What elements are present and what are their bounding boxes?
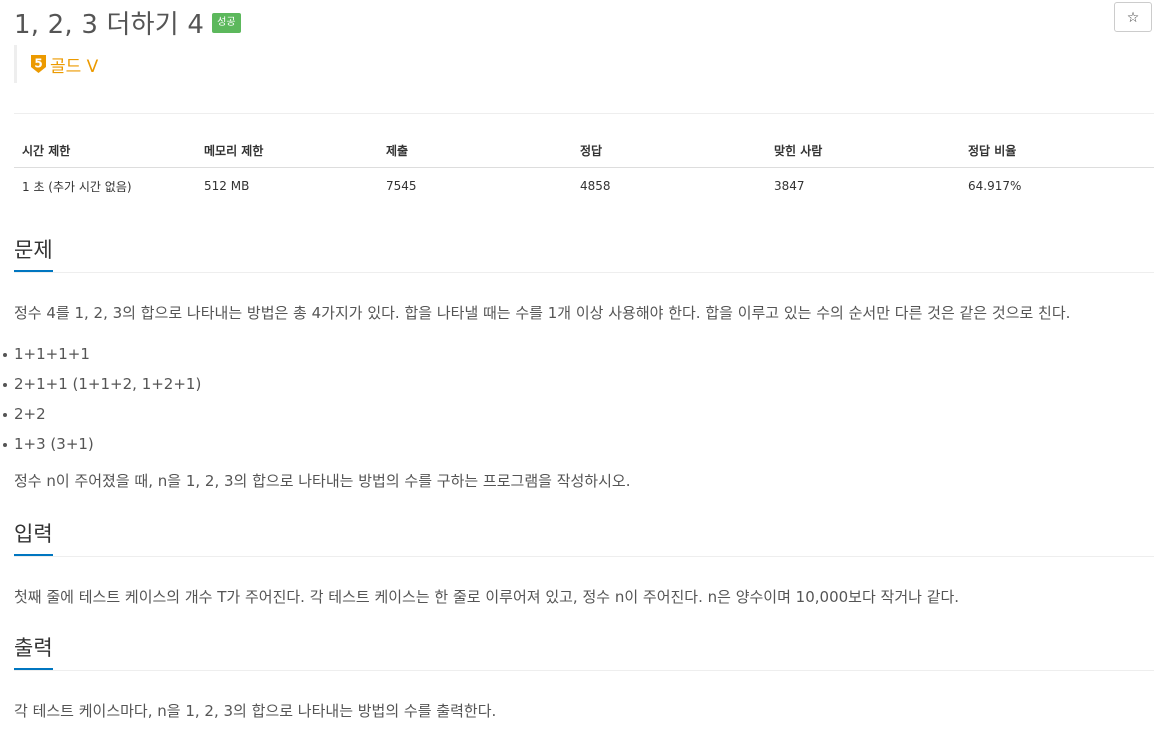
output-heading: 출력 bbox=[14, 634, 53, 670]
section-header: 입력 bbox=[14, 520, 1154, 557]
output-description: 각 테스트 케이스마다, n을 1, 2, 3의 합으로 나타내는 방법의 수를… bbox=[14, 702, 497, 720]
accepted-value: 4858 bbox=[580, 179, 611, 193]
output-section: 출력 각 테스트 케이스마다, n을 1, 2, 3의 합으로 나타내는 방법의… bbox=[14, 634, 1154, 723]
gold-tier-icon: 5 bbox=[30, 54, 47, 74]
header-solved-users: 맞힌 사람 bbox=[766, 134, 960, 168]
tier-number: 5 bbox=[34, 57, 42, 71]
header-time-limit: 시간 제한 bbox=[14, 134, 196, 168]
memory-limit-value: 512 MB bbox=[204, 179, 250, 193]
problem-title: 1, 2, 3 더하기 4 bbox=[14, 9, 205, 40]
problem-description: 정수 4를 1, 2, 3의 합으로 나타내는 방법은 총 4가지가 있다. 합… bbox=[14, 304, 1071, 322]
header-accept-ratio: 정답 비율 bbox=[960, 134, 1154, 168]
tier-label[interactable]: 골드 V bbox=[50, 52, 98, 77]
problem-section: 문제 정수 4를 1, 2, 3의 합으로 나타내는 방법은 총 4가지가 있다… bbox=[3, 236, 1154, 493]
list-item: 2+2 bbox=[3, 399, 1154, 429]
solved-users-value[interactable]: 3847 bbox=[766, 168, 960, 205]
problem-info-table: 시간 제한 메모리 제한 제출 정답 맞힌 사람 정답 비율 1 초 (추가 시… bbox=[14, 134, 1154, 204]
title-row: 1, 2, 3 더하기 4 성공 bbox=[14, 4, 241, 40]
section-header: 문제 bbox=[14, 236, 1154, 273]
example-list: 1+1+1+1 2+1+1 (1+1+2, 1+2+1) 2+2 1+3 (3+… bbox=[3, 339, 1154, 459]
input-description: 첫째 줄에 테스트 케이스의 개수 T가 주어진다. 각 테스트 케이스는 한 … bbox=[14, 588, 960, 606]
submissions-value[interactable]: 7545 bbox=[378, 168, 572, 205]
time-limit-value: 1 초 (추가 시간 없음) bbox=[22, 179, 132, 194]
list-item: 2+1+1 (1+1+2, 1+2+1) bbox=[3, 369, 1154, 399]
divider bbox=[14, 113, 1154, 114]
accept-ratio-value: 64.917% bbox=[968, 179, 1022, 193]
input-heading: 입력 bbox=[14, 520, 53, 556]
list-item: 1+1+1+1 bbox=[3, 339, 1154, 369]
problem-question: 정수 n이 주어졌을 때, n을 1, 2, 3의 합으로 나타내는 방법의 수… bbox=[14, 472, 631, 490]
header-accepted: 정답 bbox=[572, 134, 766, 168]
table-row: 1 초 (추가 시간 없음) 512 MB 7545 4858 3847 64.… bbox=[14, 168, 1154, 205]
star-button[interactable]: ☆ bbox=[1114, 2, 1152, 32]
header-memory-limit: 메모리 제한 bbox=[196, 134, 378, 168]
list-item: 1+3 (3+1) bbox=[3, 429, 1154, 459]
input-section: 입력 첫째 줄에 테스트 케이스의 개수 T가 주어진다. 각 테스트 케이스는… bbox=[14, 520, 1154, 609]
table-header-row: 시간 제한 메모리 제한 제출 정답 맞힌 사람 정답 비율 bbox=[14, 134, 1154, 168]
problem-heading: 문제 bbox=[14, 236, 53, 272]
status-badge: 성공 bbox=[212, 13, 241, 33]
header-submissions: 제출 bbox=[378, 134, 572, 168]
tier-block: 5 골드 V bbox=[14, 45, 98, 83]
star-icon: ☆ bbox=[1126, 10, 1140, 26]
section-header: 출력 bbox=[14, 634, 1154, 671]
